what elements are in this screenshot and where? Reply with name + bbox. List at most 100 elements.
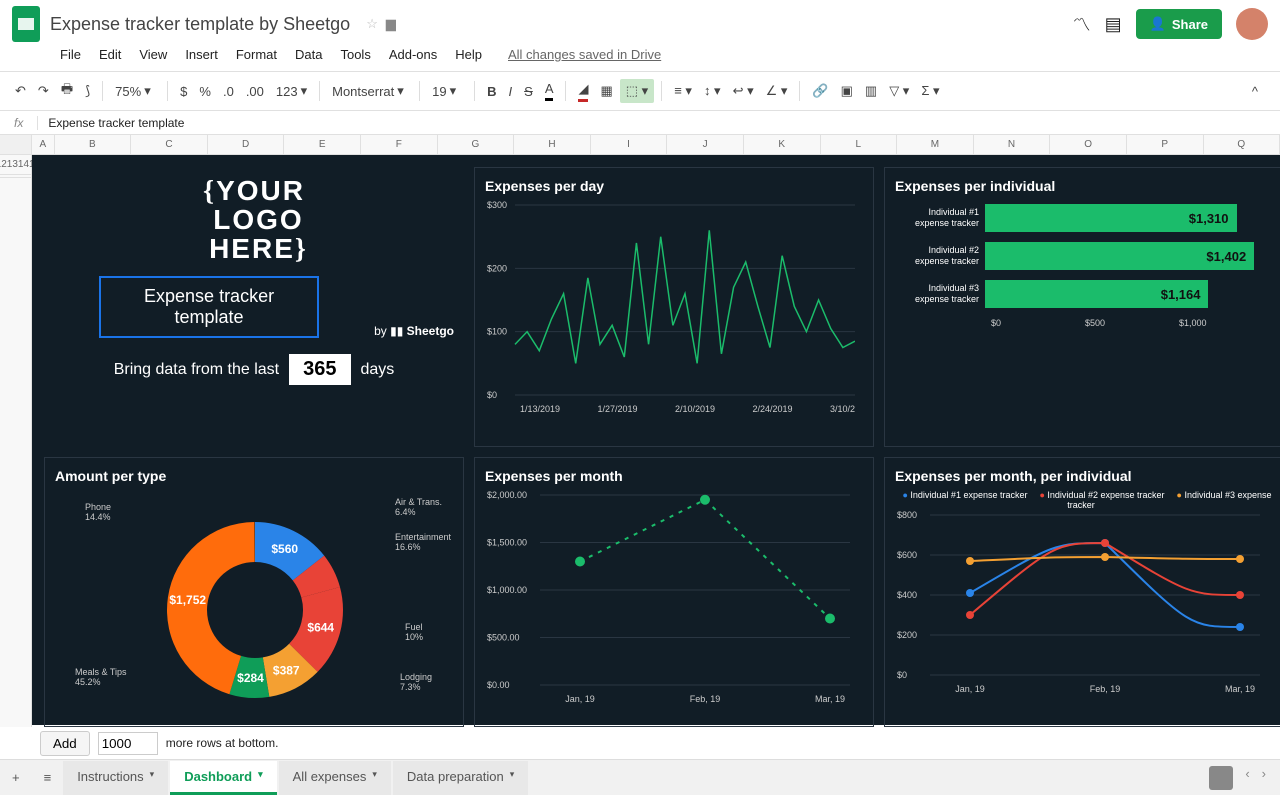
decrease-decimal-button[interactable]: .0: [218, 81, 239, 102]
svg-text:Jan, 19: Jan, 19: [955, 684, 985, 694]
days-input[interactable]: 365: [289, 354, 350, 385]
scroll-left-icon[interactable]: ‹: [1245, 766, 1249, 790]
merge-cells-button[interactable]: ⬚ ▾: [620, 79, 654, 103]
svg-text:$1,752: $1,752: [169, 593, 206, 607]
row-header[interactable]: 12: [0, 151, 7, 178]
format-percent-button[interactable]: %: [194, 81, 216, 102]
chart-title: Expenses per individual: [895, 178, 1273, 194]
row-header[interactable]: 13: [7, 151, 18, 178]
svg-text:$644: $644: [307, 620, 334, 634]
fx-label[interactable]: fx: [0, 116, 38, 130]
col-header[interactable]: B: [55, 135, 132, 154]
col-header[interactable]: A: [32, 135, 55, 154]
col-header[interactable]: C: [131, 135, 208, 154]
col-header[interactable]: Q: [1204, 135, 1280, 154]
link-button[interactable]: 🔗: [807, 80, 833, 102]
zoom-select[interactable]: 75% ▾: [110, 80, 160, 102]
col-header[interactable]: J: [667, 135, 744, 154]
move-folder-icon[interactable]: ▆: [386, 16, 396, 32]
menu-view[interactable]: View: [131, 44, 175, 65]
svg-text:2/10/2019: 2/10/2019: [675, 404, 715, 414]
template-title-cell[interactable]: Expense tracker template: [99, 276, 319, 338]
document-title[interactable]: Expense tracker template by Sheetgo: [50, 14, 350, 35]
svg-text:$2,000.00: $2,000.00: [487, 490, 527, 500]
chart-expenses-per-month[interactable]: Expenses per month $2,000.00$1,500.00$1,…: [474, 457, 874, 727]
explore-button[interactable]: [1209, 766, 1233, 790]
undo-button[interactable]: ↶: [10, 80, 31, 102]
menu-data[interactable]: Data: [287, 44, 330, 65]
collapse-toolbar-button[interactable]: ^: [1240, 80, 1270, 103]
share-button[interactable]: 👤 Share: [1136, 9, 1222, 39]
all-sheets-button[interactable]: ≡: [32, 770, 64, 785]
menu-insert[interactable]: Insert: [177, 44, 226, 65]
sheet-tab[interactable]: All expenses ▾: [279, 761, 391, 795]
menu-tools[interactable]: Tools: [332, 44, 378, 65]
star-icon[interactable]: ☆: [366, 16, 378, 32]
paint-format-button[interactable]: ⟆: [80, 80, 95, 102]
svg-text:Mar, 19: Mar, 19: [1225, 684, 1255, 694]
chart-button[interactable]: ▥: [860, 80, 882, 102]
italic-button[interactable]: I: [504, 81, 518, 102]
wrap-button[interactable]: ↩ ▾: [728, 80, 759, 102]
menu-help[interactable]: Help: [447, 44, 490, 65]
menu-format[interactable]: Format: [228, 44, 285, 65]
add-sheet-button[interactable]: +: [0, 770, 32, 785]
sheet-tab[interactable]: Data preparation ▾: [393, 761, 528, 795]
col-header[interactable]: G: [438, 135, 515, 154]
col-header[interactable]: L: [821, 135, 898, 154]
halign-button[interactable]: ≡ ▾: [669, 80, 697, 102]
fill-color-button[interactable]: ◢: [573, 78, 593, 105]
number-format-select[interactable]: 123 ▾: [271, 80, 312, 102]
chart-expenses-per-month-individual[interactable]: Expenses per month, per individual ● Ind…: [884, 457, 1280, 727]
col-header[interactable]: K: [744, 135, 821, 154]
row-header[interactable]: 14: [18, 151, 29, 178]
col-header[interactable]: E: [284, 135, 361, 154]
functions-button[interactable]: Σ ▾: [916, 80, 944, 102]
sheet-tab[interactable]: Instructions ▾: [63, 761, 168, 795]
comment-button[interactable]: ▣: [836, 80, 858, 102]
account-avatar[interactable]: [1236, 8, 1268, 40]
svg-text:Entertainment: Entertainment: [395, 532, 452, 542]
chart-amount-per-type[interactable]: Amount per type $560$644$387$284$1,752Ph…: [44, 457, 464, 727]
formula-input[interactable]: Expense tracker template: [38, 116, 1280, 130]
rotate-button[interactable]: ∠ ▾: [761, 80, 793, 102]
increase-decimal-button[interactable]: .00: [241, 81, 269, 102]
chart-icon[interactable]: 〽: [1073, 11, 1091, 37]
redo-button[interactable]: ↷: [33, 80, 54, 102]
col-header[interactable]: F: [361, 135, 438, 154]
add-rows-button[interactable]: Add: [40, 731, 90, 756]
col-header[interactable]: P: [1127, 135, 1204, 154]
col-header[interactable]: N: [974, 135, 1051, 154]
valign-button[interactable]: ↕ ▾: [699, 80, 726, 102]
filter-button[interactable]: ▽ ▾: [884, 80, 914, 102]
days-word: days: [361, 361, 395, 379]
col-header[interactable]: M: [897, 135, 974, 154]
chart-expenses-per-individual[interactable]: Expenses per individual Individual #1 ex…: [884, 167, 1280, 447]
chart-title: Expenses per month: [485, 468, 863, 484]
svg-text:1/27/2019: 1/27/2019: [597, 404, 637, 414]
add-rows-count-input[interactable]: [98, 732, 158, 755]
menu-addons[interactable]: Add-ons: [381, 44, 445, 65]
text-color-button[interactable]: A: [540, 78, 559, 104]
col-header[interactable]: O: [1050, 135, 1127, 154]
svg-text:$0: $0: [897, 670, 907, 680]
font-select[interactable]: Montserrat ▾: [327, 80, 412, 102]
svg-text:$1,500.00: $1,500.00: [487, 538, 527, 548]
col-header[interactable]: H: [514, 135, 591, 154]
scroll-right-icon[interactable]: ›: [1262, 766, 1266, 790]
sheets-app-icon[interactable]: [12, 6, 40, 42]
col-header[interactable]: D: [208, 135, 285, 154]
borders-button[interactable]: ▦: [595, 80, 617, 102]
sheet-tab[interactable]: Dashboard ▾: [170, 761, 276, 795]
format-currency-button[interactable]: $: [175, 81, 192, 102]
print-button[interactable]: 🖶: [56, 77, 78, 105]
menu-edit[interactable]: Edit: [91, 44, 129, 65]
comments-icon[interactable]: ▤: [1105, 14, 1122, 35]
col-header[interactable]: I: [591, 135, 668, 154]
font-size-select[interactable]: 19 ▾: [427, 80, 467, 102]
svg-text:1/13/2019: 1/13/2019: [520, 404, 560, 414]
chart-expenses-per-day[interactable]: Expenses per day $300$200$100$01/13/2019…: [474, 167, 874, 447]
bold-button[interactable]: B: [482, 81, 501, 102]
strike-button[interactable]: S: [519, 81, 538, 102]
menu-file[interactable]: File: [52, 44, 89, 65]
